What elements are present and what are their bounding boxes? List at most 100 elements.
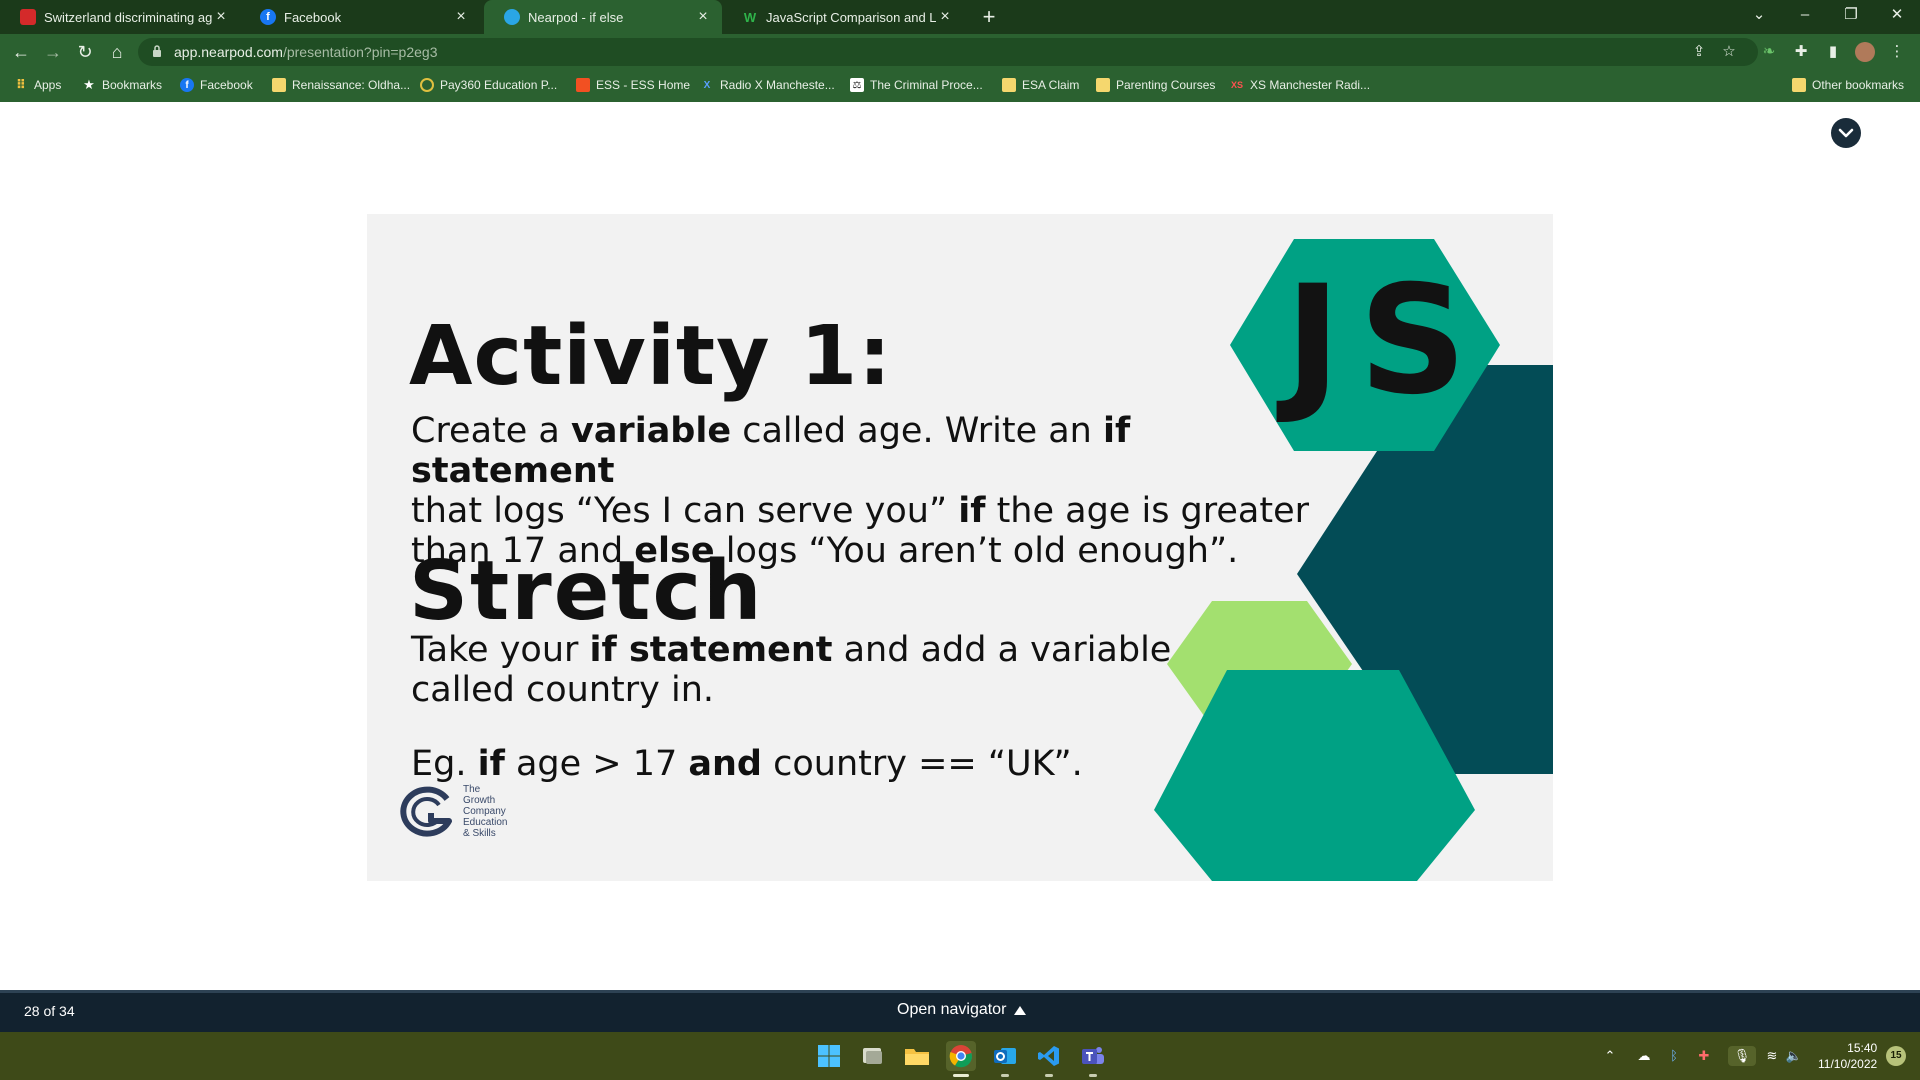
xs-radio-icon: XS (1230, 80, 1243, 90)
pay360-icon (420, 78, 434, 92)
side-panel-icon[interactable]: ▮ (1820, 39, 1846, 65)
wifi-icon[interactable]: ≋ (1762, 1046, 1782, 1066)
forward-icon[interactable]: → (40, 39, 66, 65)
task-view-icon (863, 1048, 882, 1064)
legislation-icon: ⚖ (850, 78, 864, 92)
open-navigator-button[interactable]: Open navigator (897, 1001, 1027, 1019)
antivirus-icon[interactable]: ✚ (1694, 1046, 1714, 1066)
extensions-puzzle-icon[interactable]: ✚ (1788, 39, 1814, 65)
menu-kebab-icon[interactable]: ⋮ (1884, 39, 1910, 65)
bookmarks-bar: ⠿ Apps ★ Bookmarks f Facebook Renaissanc… (0, 70, 1920, 102)
growth-company-logo: The Growth Company Education & Skills (397, 784, 507, 839)
volume-icon[interactable]: 🔈 (1784, 1046, 1804, 1066)
onedrive-icon[interactable]: ☁ (1634, 1046, 1654, 1066)
tab-switzerland[interactable]: Switzerland discriminating against × (0, 0, 240, 34)
restore-icon[interactable]: ❐ (1828, 0, 1874, 34)
bookmark-facebook[interactable]: f Facebook (180, 70, 253, 100)
microsoft-icon (576, 78, 590, 92)
tab-title: JavaScript Comparison and Logic (766, 9, 936, 25)
example-text: Eg. if age > 17 and country == “UK”. (411, 744, 1083, 784)
close-icon[interactable]: × (694, 8, 712, 26)
folder-icon (1002, 78, 1016, 92)
task-view-button[interactable] (858, 1041, 888, 1071)
bluetooth-icon[interactable]: ᛒ (1664, 1046, 1684, 1066)
start-button[interactable] (814, 1041, 844, 1071)
stretch-heading: Stretch (409, 544, 764, 639)
tab-nearpod[interactable]: Nearpod - if else × (484, 0, 722, 34)
bookmark-ess[interactable]: ESS - ESS Home (576, 70, 690, 100)
apps-grid-icon: ⠿ (15, 77, 27, 92)
bookmark-xs-manchester[interactable]: XS XS Manchester Radi... (1230, 70, 1370, 100)
profile-avatar[interactable] (1852, 39, 1878, 65)
outlook-button[interactable] (990, 1041, 1020, 1077)
stretch-instructions: Take your if statement and add a variabl… (411, 630, 1172, 710)
lock-icon (153, 45, 161, 57)
bookmark-renaissance[interactable]: Renaissance: Oldha... (272, 70, 410, 100)
js-logo-text: JS (1285, 254, 1485, 428)
windows-logo-icon (818, 1045, 840, 1067)
system-clock[interactable]: 15:40 11/10/2022 (1818, 1040, 1877, 1072)
vscode-button[interactable] (1034, 1041, 1064, 1077)
close-icon[interactable]: × (936, 8, 954, 26)
extension-leaf-icon[interactable]: ❧ (1756, 39, 1782, 65)
nearpod-page: JS Activity 1: Create a variable called … (0, 102, 1920, 990)
tab-title: Switzerland discriminating against (44, 9, 212, 25)
folder-icon (1792, 78, 1806, 92)
url-text: app.nearpod.com/presentation?pin=p2eg3 (174, 44, 438, 60)
slide-counter: 28 of 34 (24, 1003, 75, 1019)
chrome-icon (949, 1045, 973, 1068)
tab-search-icon[interactable]: ⌄ (1736, 0, 1782, 34)
new-tab-icon[interactable]: + (976, 4, 1002, 30)
bookmark-parenting-courses[interactable]: Parenting Courses (1096, 70, 1215, 100)
share-icon[interactable]: ⇪ (1686, 39, 1712, 65)
microphone-muted-icon[interactable]: 🎙 (1728, 1046, 1756, 1066)
folder-icon (905, 1049, 929, 1065)
tab-title: Nearpod - if else (528, 9, 624, 25)
bookmark-star-icon[interactable]: ☆ (1716, 39, 1742, 65)
folder-icon (1096, 78, 1110, 92)
teams-icon (1082, 1047, 1104, 1064)
reload-icon[interactable]: ↻ (72, 39, 98, 65)
browser-toolbar: ← → ↻ ⌂ app.nearpod.com/presentation?pin… (0, 34, 1920, 70)
bookmark-criminal-procedure[interactable]: ⚖ The Criminal Proce... (850, 70, 983, 100)
w3schools-icon: W (743, 9, 757, 25)
news-favicon-icon (20, 9, 36, 25)
close-icon[interactable]: × (452, 8, 470, 26)
radio-x-icon: X (703, 79, 711, 91)
tab-facebook[interactable]: f Facebook × (240, 0, 480, 34)
presentation-slide: JS Activity 1: Create a variable called … (367, 214, 1553, 881)
bookmark-bookmarks[interactable]: ★ Bookmarks (82, 70, 162, 100)
chevron-down-icon (1838, 128, 1854, 138)
facebook-icon: f (260, 9, 276, 25)
growth-company-g-icon (400, 786, 452, 837)
folder-icon (272, 78, 286, 92)
notification-badge[interactable]: 15 (1886, 1046, 1906, 1066)
nearpod-navigation-bar: 28 of 34 Open navigator (0, 990, 1920, 1032)
back-icon[interactable]: ← (8, 39, 34, 65)
bookmark-esa-claim[interactable]: ESA Claim (1002, 70, 1079, 100)
logo-text: The Growth Company Education & Skills (463, 784, 508, 839)
show-hidden-icons[interactable]: ⌃ (1600, 1046, 1620, 1066)
bookmark-radio-x[interactable]: X Radio X Mancheste... (700, 70, 835, 100)
caret-up-icon (1014, 1005, 1027, 1015)
close-window-icon[interactable]: ✕ (1874, 0, 1920, 34)
vscode-icon (1038, 1046, 1059, 1066)
star-icon: ★ (83, 77, 95, 92)
teams-button[interactable] (1078, 1041, 1108, 1077)
tab-javascript[interactable]: W JavaScript Comparison and Logic × (722, 0, 964, 34)
tab-strip: Switzerland discriminating against × f F… (0, 0, 1920, 34)
address-bar[interactable]: app.nearpod.com/presentation?pin=p2eg3 (138, 38, 1758, 66)
bookmark-apps[interactable]: ⠿ Apps (14, 70, 61, 100)
minimize-icon[interactable]: – (1782, 0, 1828, 34)
home-icon[interactable]: ⌂ (104, 39, 130, 65)
activity-heading: Activity 1: (409, 309, 892, 404)
facebook-icon: f (180, 78, 194, 92)
bookmark-pay360[interactable]: Pay360 Education P... (420, 70, 557, 100)
other-bookmarks[interactable]: Other bookmarks (1792, 70, 1904, 100)
windows-taskbar: ⌃ ☁ ᛒ ✚ 🎙 ≋ 🔈 15:40 11/10/2022 15 (0, 1032, 1920, 1080)
close-icon[interactable]: × (212, 8, 230, 26)
chrome-button[interactable] (946, 1041, 976, 1077)
tab-title: Facebook (284, 9, 342, 25)
file-explorer-button[interactable] (902, 1041, 932, 1071)
collapse-toggle-button[interactable] (1831, 118, 1861, 148)
